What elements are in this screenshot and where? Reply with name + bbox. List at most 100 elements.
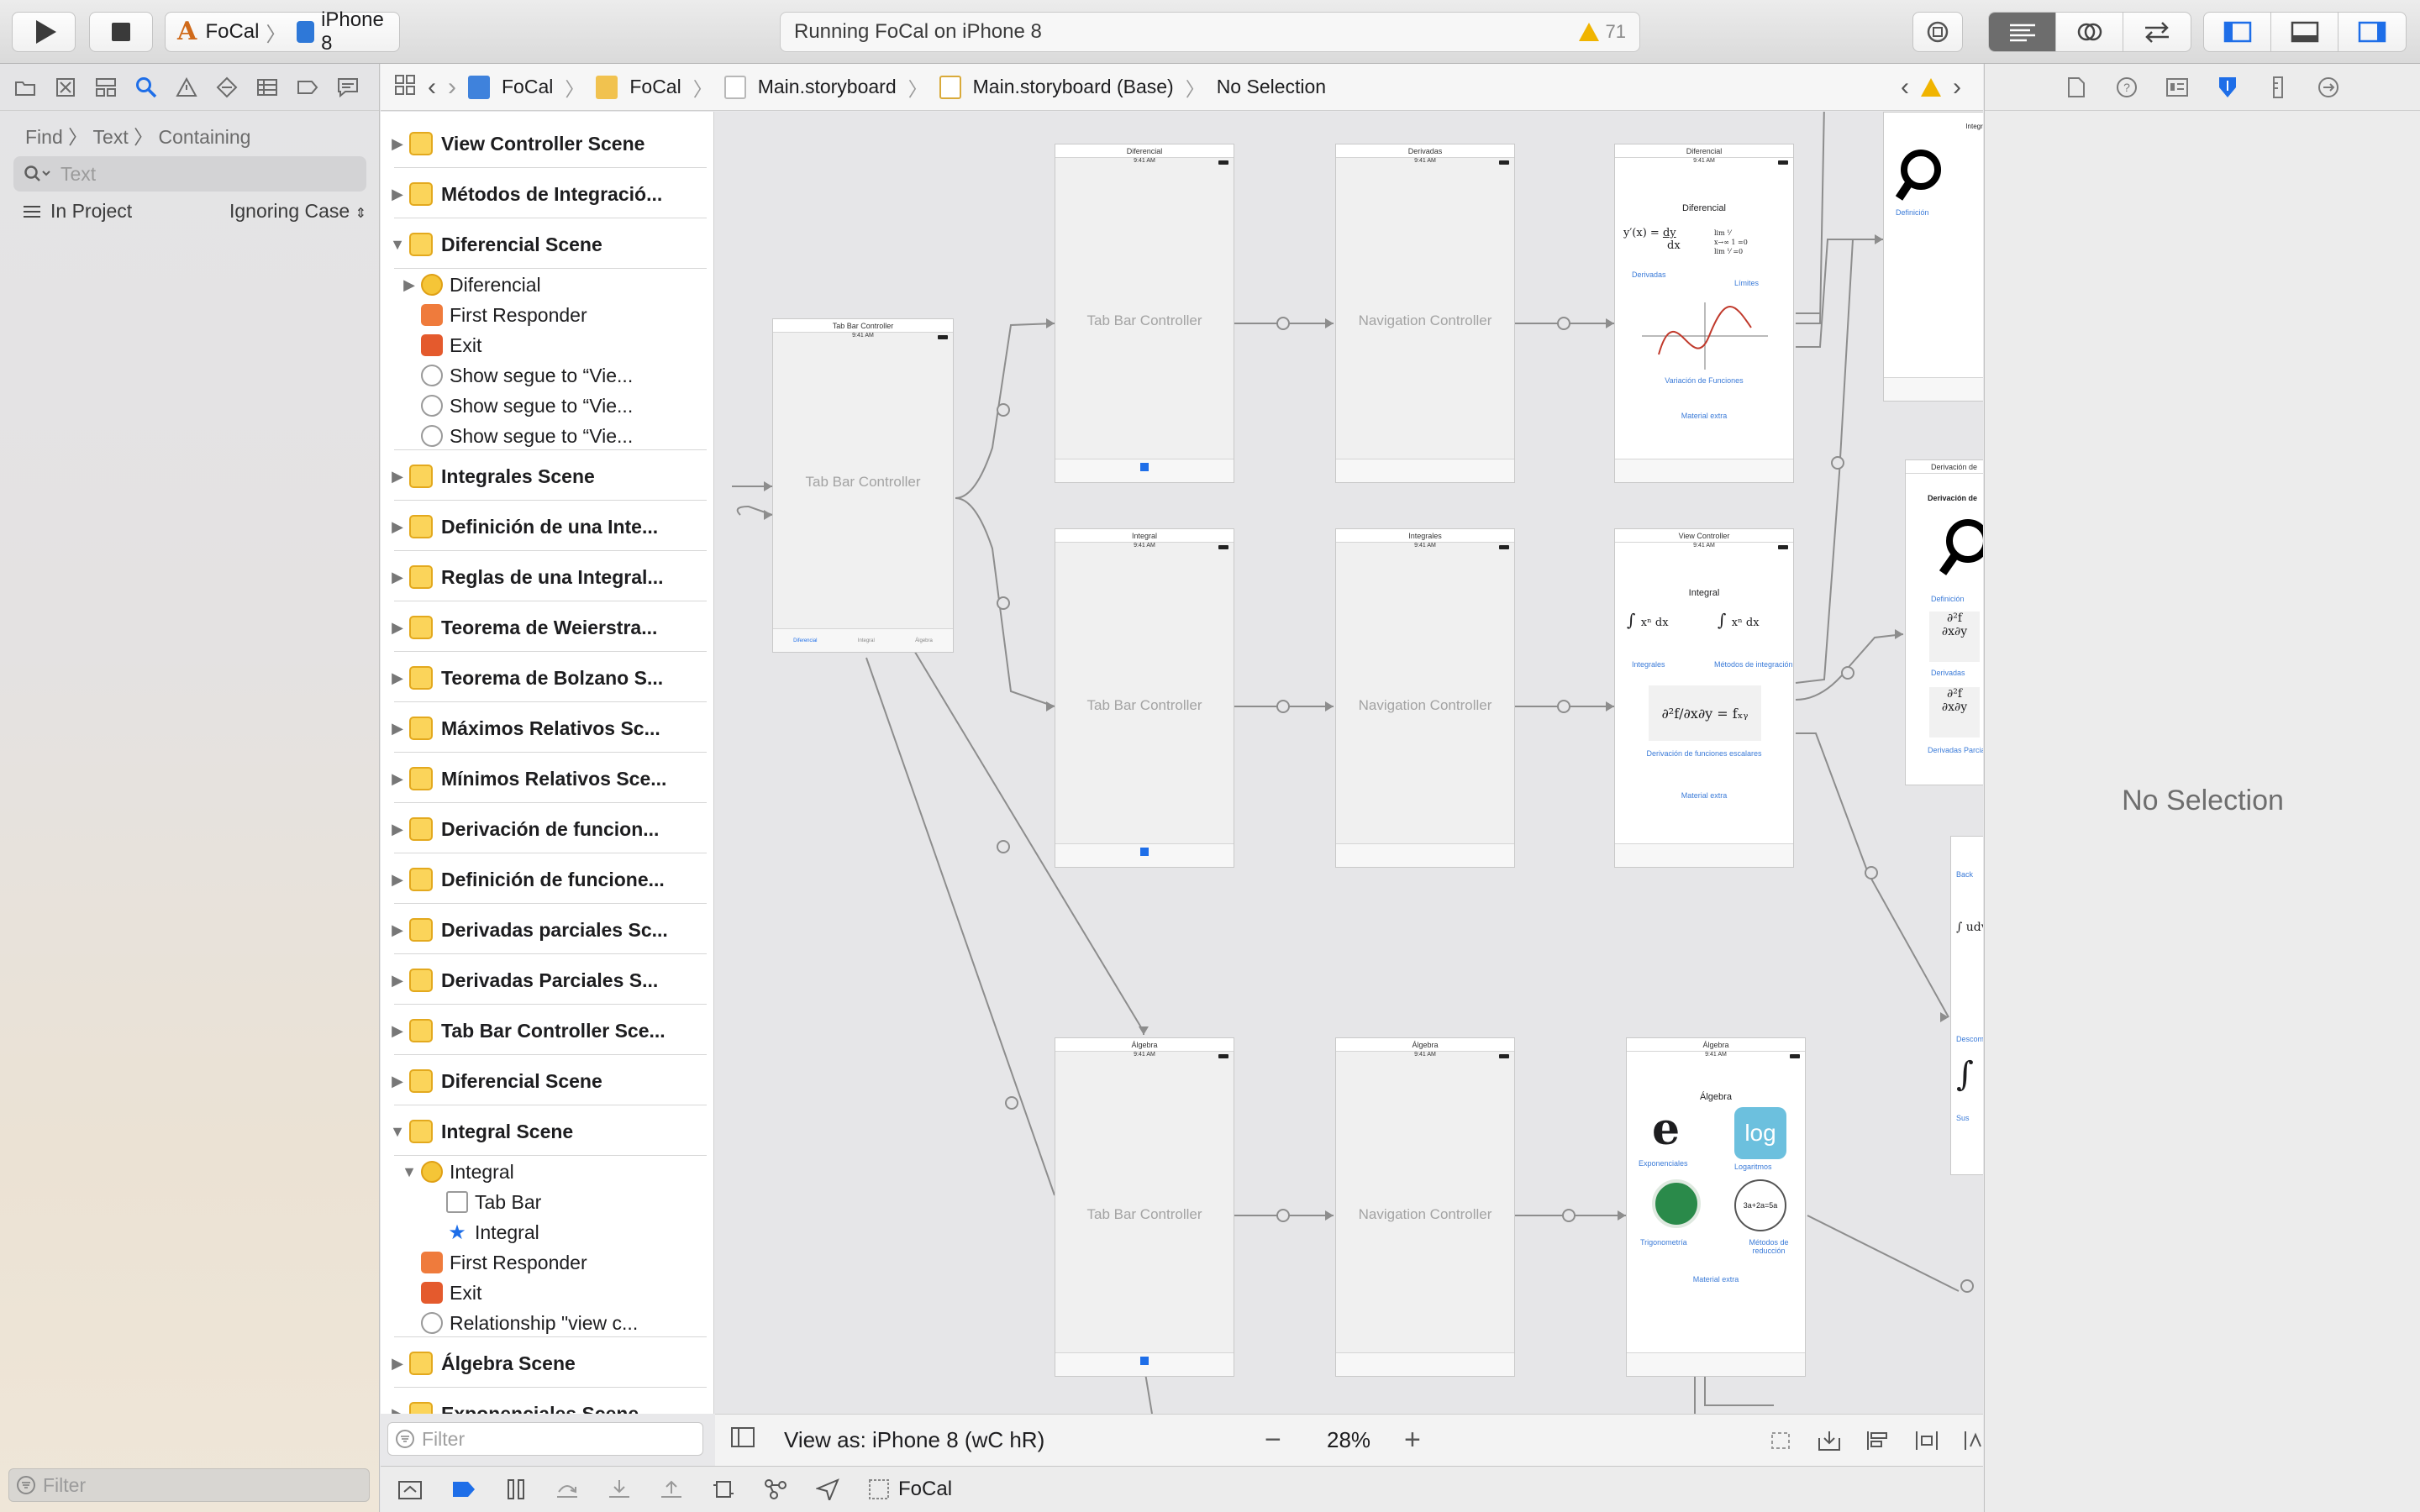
toggle-debug-area-icon[interactable]: [2271, 13, 2338, 51]
standard-editor-icon[interactable]: [1989, 13, 2056, 51]
warning-icon[interactable]: [1921, 77, 1941, 97]
outline-scene-row[interactable]: ▶ Definición de funcione...: [381, 864, 713, 895]
disclosure-collapsed-icon[interactable]: ▶: [386, 468, 409, 486]
outline-scene-row[interactable]: ▶ Máximos Relativos Sc...: [381, 713, 713, 743]
find-mode-text[interactable]: Text: [93, 126, 129, 148]
previous-issue-icon[interactable]: ‹: [1901, 73, 1909, 102]
scene-navigation-controller-derivadas[interactable]: Derivadas 9:41 AM Navigation Controller: [1335, 144, 1515, 483]
back-arrow-icon[interactable]: ‹: [428, 73, 436, 102]
link-definicion[interactable]: Definición: [1896, 208, 1929, 217]
scene-tab-bar-controller-root[interactable]: Tab Bar Controller 9:41 AM Tab Bar Contr…: [772, 318, 954, 653]
zoom-out-button[interactable]: −: [1265, 1424, 1281, 1457]
link-sustitucion[interactable]: Sus: [1956, 1114, 1970, 1122]
outline-scene-row[interactable]: ▶ Definición de una Inte...: [381, 512, 713, 542]
breadcrumb-group[interactable]: FoCal: [629, 76, 681, 98]
link-metodos[interactable]: Métodos de integración: [1714, 660, 1793, 669]
outline-scene-row[interactable]: ▶ Teorema de Weierstra...: [381, 612, 713, 643]
process-selector[interactable]: FoCal: [868, 1478, 952, 1501]
folder-icon[interactable]: [13, 76, 37, 99]
outline-scene-row[interactable]: ▶ Derivadas parciales Sc...: [381, 915, 713, 945]
outline-item-row[interactable]: ★ Integral: [381, 1217, 713, 1247]
step-over-icon[interactable]: [555, 1478, 579, 1500]
test-icon[interactable]: [215, 76, 239, 99]
disclosure-collapsed-icon[interactable]: ▶: [386, 821, 409, 838]
link-logaritmos[interactable]: Logaritmos: [1734, 1163, 1772, 1171]
breakpoint-toggle-icon[interactable]: [451, 1480, 476, 1499]
outline-scene-row[interactable]: ▶ Tab Bar Controller Sce...: [381, 1016, 713, 1046]
step-into-icon[interactable]: [608, 1478, 631, 1500]
find-mode-containing[interactable]: Containing: [159, 126, 251, 148]
scene-integral-definicion[interactable]: Integral Definición: [1883, 112, 1983, 402]
outline-scene-row[interactable]: ▶ Integrales Scene: [381, 461, 713, 491]
outline-scene-row[interactable]: ▶ View Controller Scene: [381, 129, 713, 159]
issue-icon[interactable]: [175, 76, 198, 99]
scope-selector[interactable]: In Project: [22, 200, 132, 223]
disclosure-collapsed-icon[interactable]: ▶: [386, 1355, 409, 1373]
outline-scene-row[interactable]: ▶ Reglas de una Integral...: [381, 562, 713, 592]
link-derivadas-parciales[interactable]: Derivadas Parcia: [1928, 746, 1983, 754]
back-link[interactable]: Back: [1956, 870, 1973, 879]
disclosure-collapsed-icon[interactable]: ▶: [386, 1073, 409, 1090]
outline-scene-row[interactable]: ▶ Teorema de Bolzano S...: [381, 663, 713, 693]
disclosure-collapsed-icon[interactable]: ▶: [386, 1405, 409, 1415]
disclosure-collapsed-icon[interactable]: ▶: [386, 921, 409, 939]
update-frames-icon[interactable]: [1769, 1430, 1792, 1452]
size-inspector-icon[interactable]: [2266, 76, 2290, 99]
attributes-inspector-icon[interactable]: [2216, 76, 2239, 99]
link-material-extra[interactable]: Material extra: [1627, 1275, 1805, 1284]
toggle-navigator-icon[interactable]: [2204, 13, 2271, 51]
link-exponenciales[interactable]: Exponenciales: [1639, 1159, 1688, 1168]
view-as-device[interactable]: View as: iPhone 8 (wC hR): [784, 1427, 1044, 1453]
source-control-icon[interactable]: [54, 76, 77, 99]
outline-scene-row[interactable]: ▼ Integral Scene: [381, 1116, 713, 1147]
breakpoint-icon[interactable]: [296, 76, 319, 99]
outline-scene-row[interactable]: ▶ Derivación de funcion...: [381, 814, 713, 844]
breadcrumb-selection[interactable]: No Selection: [1217, 76, 1326, 98]
disclosure-expanded-icon[interactable]: ▼: [386, 1123, 409, 1141]
scene-tab-controller-diferencial[interactable]: Diferencial 9:41 AM Tab Bar Controller: [1055, 144, 1234, 483]
hide-debug-area-icon[interactable]: [397, 1478, 423, 1500]
link-material-extra[interactable]: Material extra: [1615, 791, 1793, 800]
outline-item-row[interactable]: First Responder: [381, 300, 713, 330]
scene-navigation-controller-algebra[interactable]: Álgebra 9:41 AM Navigation Controller: [1335, 1037, 1515, 1377]
outline-filter-field[interactable]: Filter: [387, 1422, 703, 1456]
link-descomposicion[interactable]: Descom: [1956, 1035, 1983, 1043]
debug-icon[interactable]: [255, 76, 279, 99]
disclosure-collapsed-icon[interactable]: ▶: [386, 569, 409, 586]
breadcrumb-file[interactable]: Main.storyboard: [758, 76, 897, 98]
outline-item-row[interactable]: Tab Bar: [381, 1187, 713, 1217]
toggle-outline-icon[interactable]: [730, 1426, 755, 1454]
find-mode-find[interactable]: Find: [25, 126, 63, 148]
symbol-icon[interactable]: [94, 76, 118, 99]
breadcrumb-base[interactable]: Main.storyboard (Base): [973, 76, 1174, 98]
stop-button[interactable]: [89, 12, 153, 52]
pause-icon[interactable]: [505, 1478, 527, 1500]
scene-tab-controller-algebra[interactable]: Álgebra 9:41 AM Tab Bar Controller: [1055, 1037, 1234, 1377]
quick-help-icon[interactable]: ?: [2115, 76, 2139, 99]
location-icon[interactable]: [816, 1478, 839, 1500]
link-limites[interactable]: Límites: [1734, 279, 1759, 287]
scene-view-controller-integral[interactable]: View Controller 9:41 AM Integral ∫ xⁿ dx…: [1614, 528, 1794, 868]
outline-item-row[interactable]: Exit: [381, 1278, 713, 1308]
scene-tab-controller-integral[interactable]: Integral 9:41 AM Tab Bar Controller: [1055, 528, 1234, 868]
find-mode-path[interactable]: Find 〉 Text 〉 Containing: [25, 121, 250, 150]
related-items-icon[interactable]: [394, 74, 416, 101]
disclosure-collapsed-icon[interactable]: ▶: [386, 770, 409, 788]
outline-item-row[interactable]: Relationship "view c...: [381, 1308, 713, 1338]
outline-scene-row[interactable]: ▶ Álgebra Scene: [381, 1348, 713, 1378]
identity-inspector-icon[interactable]: [2165, 76, 2189, 99]
warning-indicator[interactable]: 71: [1578, 21, 1626, 43]
outline-item-row[interactable]: First Responder: [381, 1247, 713, 1278]
link-metodos-reduccion[interactable]: Métodos de reducción: [1733, 1238, 1805, 1255]
breakpoints-button[interactable]: [1912, 12, 1963, 52]
scene-derivacion[interactable]: Derivación de Derivación de Definición ∂…: [1905, 459, 1983, 785]
link-derivadas[interactable]: Derivadas: [1632, 270, 1666, 279]
zoom-level[interactable]: 28%: [1327, 1427, 1370, 1453]
link-trigonometria[interactable]: Trigonometría: [1640, 1238, 1687, 1247]
disclosure-collapsed-icon[interactable]: ▶: [386, 720, 409, 738]
outline-scene-row[interactable]: ▶ Exponenciales Scene: [381, 1399, 713, 1415]
outline-item-row[interactable]: Show segue to “Vie...: [381, 391, 713, 421]
embed-in-icon[interactable]: [1818, 1430, 1841, 1452]
scene-diferencial-vc[interactable]: Diferencial 9:41 AM Diferencial y′(x) = …: [1614, 144, 1794, 483]
link-integrales[interactable]: Integrales: [1632, 660, 1665, 669]
